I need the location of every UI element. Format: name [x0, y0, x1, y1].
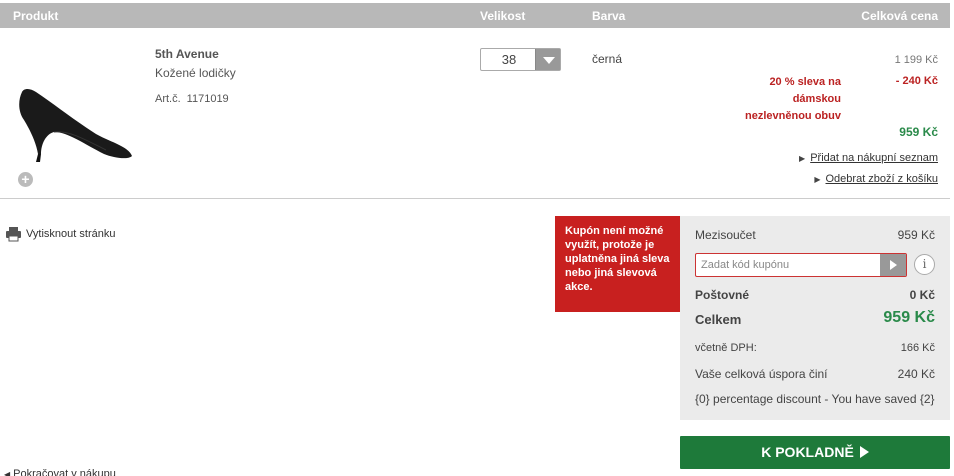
- total-value: 959 Kč: [883, 309, 935, 326]
- header-size: Velikost: [480, 9, 526, 23]
- chevron-down-icon[interactable]: [535, 49, 560, 70]
- article-label: Art.č.: [155, 93, 181, 105]
- add-to-wishlist-link[interactable]: Přidat na nákupní seznam: [799, 152, 938, 164]
- header-color: Barva: [592, 9, 626, 23]
- coupon-error-tooltip: Kupón není možné využít, protože je upla…: [555, 216, 692, 312]
- printer-icon: [6, 227, 21, 242]
- order-summary: Mezisoučet 959 Kč i Poštovné 0 Kč Celkem…: [680, 216, 950, 420]
- product-color: černá: [592, 52, 623, 66]
- discount-description: 20 % sleva na dámskou nezlevněnou obuv: [745, 76, 841, 122]
- print-label: Vytisknout stránku: [26, 227, 116, 240]
- total-label: Celkem: [695, 312, 742, 327]
- play-arrow-icon: [859, 446, 869, 458]
- total-row: Celkem 959 Kč: [695, 309, 935, 327]
- remove-item-link[interactable]: Odebrat zboží z košíku: [814, 173, 939, 185]
- subtotal-row: Mezisoučet 959 Kč: [695, 228, 935, 242]
- coupon-input[interactable]: [696, 254, 880, 276]
- vat-row: včetně DPH: 166 Kč: [695, 342, 935, 354]
- savings-value: 240 Kč: [897, 367, 935, 381]
- print-page-link[interactable]: Vytisknout stránku: [5, 226, 115, 242]
- continue-shopping-link[interactable]: Pokračovat v nákupu: [4, 468, 116, 476]
- checkout-button[interactable]: K POKLADNĚ: [680, 436, 950, 469]
- coupon-field: [695, 253, 907, 277]
- savings-label: Vaše celková úspora činí: [695, 367, 828, 381]
- checkout-label: K POKLADNĚ: [761, 444, 854, 460]
- shipping-value: 0 Kč: [909, 288, 935, 302]
- vat-label: včetně DPH:: [695, 342, 757, 354]
- product-article-number: Art.č. 1171019: [155, 93, 229, 105]
- original-price: 1 199 Kč: [894, 54, 938, 66]
- shipping-label: Poštovné: [695, 288, 750, 302]
- subtotal-label: Mezisoučet: [695, 228, 756, 242]
- coupon-submit-button[interactable]: [880, 254, 906, 276]
- product-brand[interactable]: 5th Avenue: [155, 47, 219, 61]
- zoom-plus-icon[interactable]: +: [18, 172, 33, 187]
- article-value: 1171019: [186, 93, 229, 105]
- shipping-row: Poštovné 0 Kč: [695, 288, 935, 302]
- header-product: Produkt: [13, 9, 59, 23]
- subtotal-value: 959 Kč: [897, 228, 935, 242]
- discount-amount: - 240 Kč: [895, 75, 938, 87]
- percentage-note: {0} percentage discount - You have saved…: [695, 392, 935, 406]
- product-name: Kožené lodičky: [155, 66, 236, 80]
- vat-value: 166 Kč: [900, 342, 935, 354]
- savings-row: Vaše celková úspora činí 240 Kč: [695, 367, 935, 381]
- product-image[interactable]: [14, 86, 134, 162]
- info-icon[interactable]: i: [914, 254, 935, 275]
- size-value: 38: [501, 52, 517, 67]
- divider: [0, 198, 950, 199]
- final-price: 959 Kč: [899, 125, 938, 139]
- header-total-price: Celková cena: [861, 9, 938, 23]
- size-select[interactable]: 38: [480, 48, 561, 71]
- cart-table-header: Produkt Velikost Barva Celková cena: [0, 3, 950, 28]
